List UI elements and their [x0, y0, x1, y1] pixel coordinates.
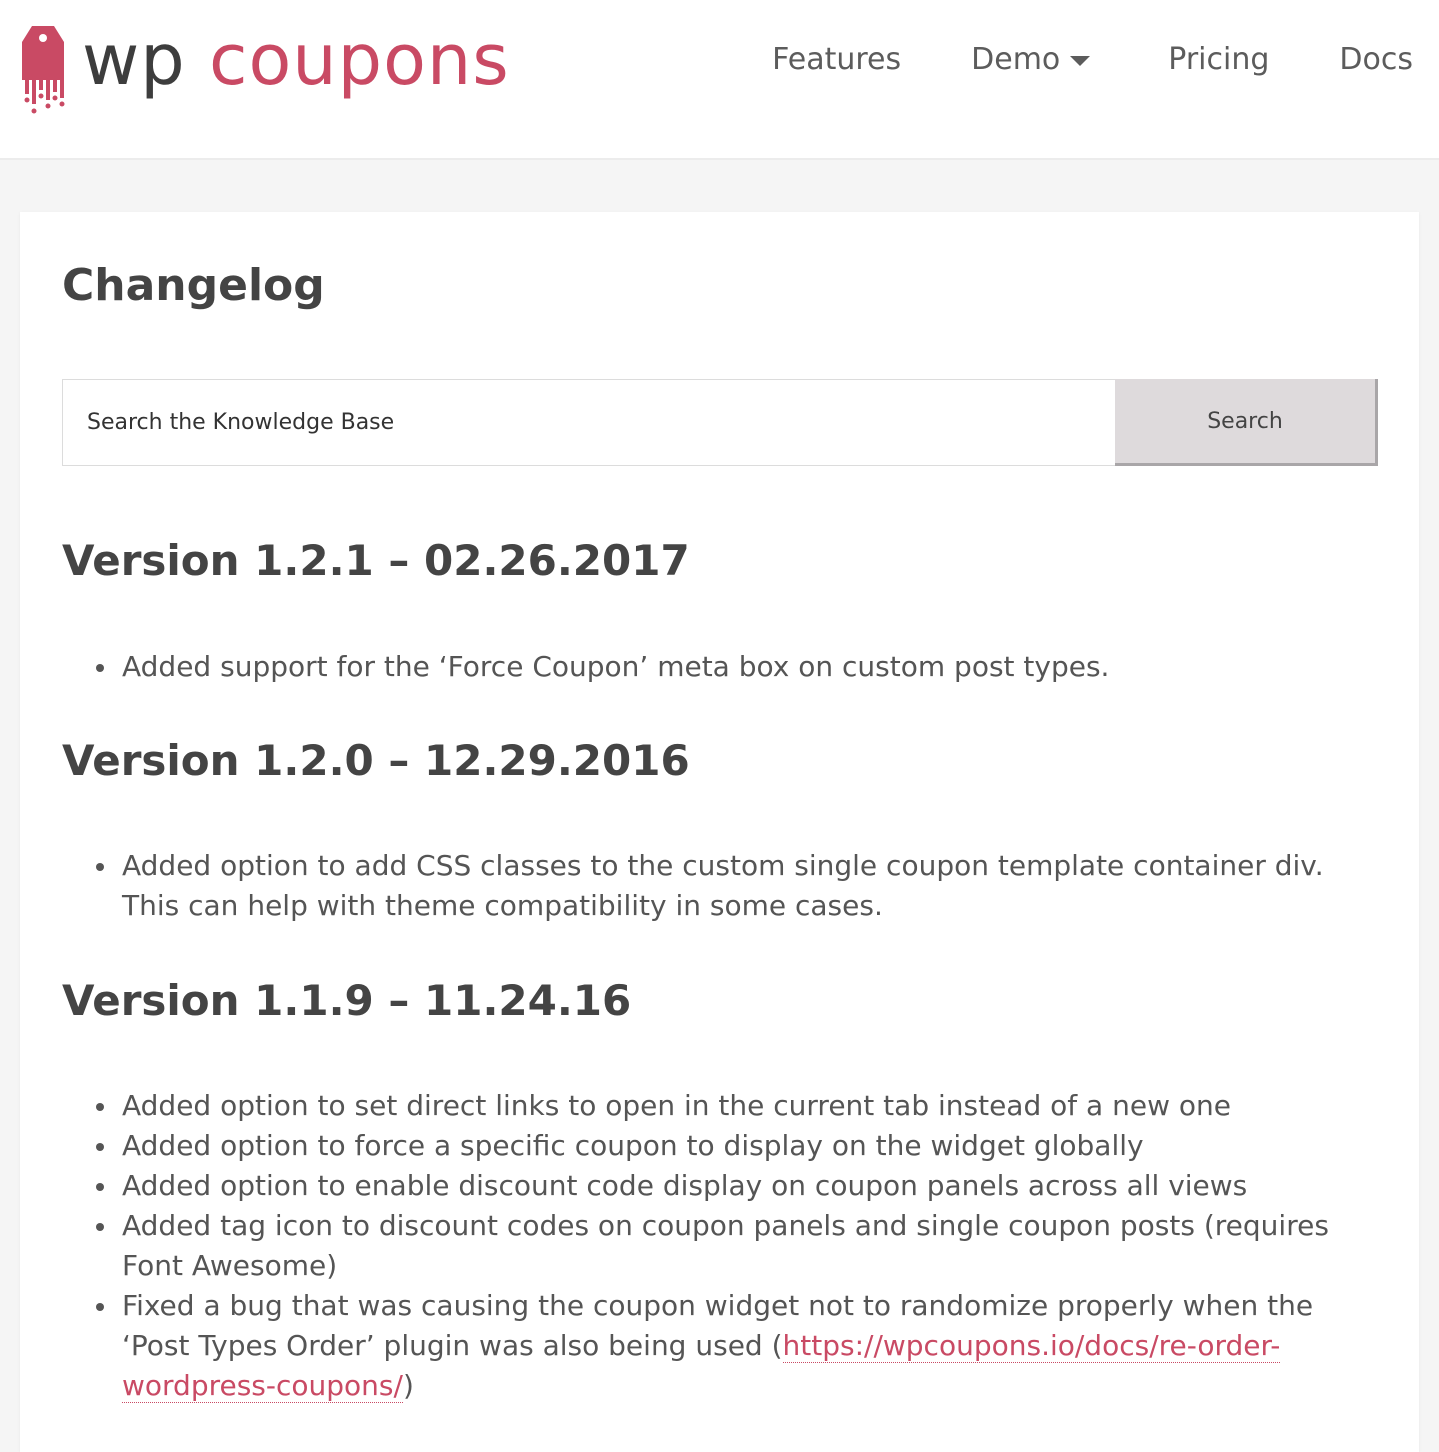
nav-demo[interactable]: Demo [971, 42, 1091, 77]
site-header: wp coupons Features Demo Pricing Docs [0, 0, 1439, 160]
version-heading-1-2-0: Version 1.2.0 – 12.29.2016 [62, 736, 690, 785]
coupon-tag-icon [22, 26, 65, 114]
content-card: Changelog Search Version 1.2.1 – 02.26.2… [20, 212, 1419, 1452]
list-item: Added tag icon to discount codes on coup… [96, 1206, 1362, 1286]
list-item: Fixed a bug that was causing the coupon … [96, 1286, 1362, 1406]
nav-pricing-label: Pricing [1168, 42, 1270, 77]
version-heading-1-2-1: Version 1.2.1 – 02.26.2017 [62, 536, 690, 585]
caret-down-icon [1070, 55, 1091, 66]
search-button[interactable]: Search [1115, 379, 1378, 466]
nav-features[interactable]: Features [772, 42, 901, 77]
version-heading-1-1-9: Version 1.1.9 – 11.24.16 [62, 976, 632, 1025]
page-title: Changelog [62, 260, 325, 311]
main-nav: Features Demo Pricing Docs [772, 42, 1413, 77]
changes-list-1-1-9: Added option to set direct links to open… [62, 1086, 1362, 1406]
knowledge-base-search: Search [62, 379, 1378, 466]
search-input[interactable] [62, 379, 1115, 466]
list-item: Added option to enable discount code dis… [96, 1166, 1362, 1206]
nav-pricing[interactable]: Pricing [1168, 42, 1269, 77]
nav-features-label: Features [772, 42, 902, 77]
nav-docs-label: Docs [1339, 42, 1413, 77]
list-item: Added option to add CSS classes to the c… [96, 846, 1362, 926]
site-logo[interactable]: wp coupons [18, 18, 510, 118]
changes-list-1-2-1: Added support for the ‘Force Coupon’ met… [62, 647, 1362, 687]
list-item: Added support for the ‘Force Coupon’ met… [96, 647, 1362, 687]
nav-demo-label: Demo [971, 42, 1061, 77]
logo-wp: wp [82, 19, 186, 101]
nav-docs[interactable]: Docs [1339, 42, 1413, 77]
list-item-text-end: ) [402, 1369, 414, 1402]
list-item: Added option to force a specific coupon … [96, 1126, 1362, 1166]
changes-list-1-2-0: Added option to add CSS classes to the c… [62, 846, 1362, 926]
logo-text: wp coupons [82, 25, 510, 95]
logo-coupons: coupons [208, 19, 510, 101]
list-item: Added option to set direct links to open… [96, 1086, 1362, 1126]
